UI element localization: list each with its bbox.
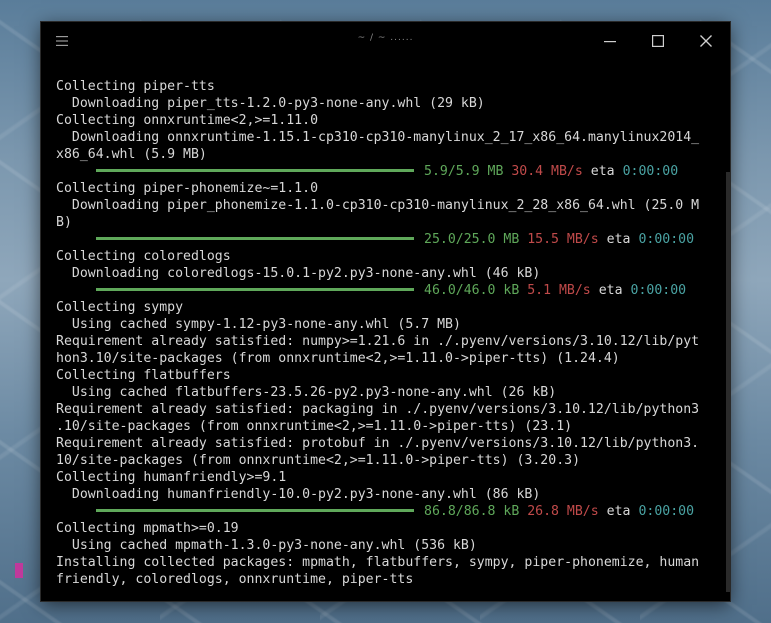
output-line: x86_64.whl (5.9 MB) (56, 147, 207, 162)
output-line: Requirement already satisfied: numpy>=1.… (56, 334, 700, 349)
progress-eta: 0:00:00 (638, 504, 695, 519)
output-line: 10/site-packages (from onnxruntime<2,>=1… (56, 453, 581, 468)
terminal-window[interactable]: ~ / ~ ...... Collecting piper-tts Downlo… (41, 22, 730, 601)
terminal-output[interactable]: Collecting piper-tts Downloading piper_t… (56, 78, 711, 588)
progress-speed: 5.1 MB/s (527, 283, 591, 298)
progress-bar (96, 287, 414, 291)
window-controls (586, 22, 730, 60)
output-line: Collecting humanfriendly>=9.1 (56, 470, 287, 485)
output-line: Downloading piper_phonemize-1.1.0-cp310-… (56, 198, 700, 213)
progress-size: 86.8/86.8 kB (424, 504, 520, 519)
progress-eta-label: eta (606, 232, 631, 247)
progress-size: 5.9/5.9 MB (424, 164, 504, 179)
output-line: Downloading onnxruntime-1.15.1-cp310-cp3… (56, 130, 700, 145)
output-line: Using cached mpmath-1.3.0-py3-none-any.w… (56, 538, 477, 553)
scrollbar[interactable] (726, 172, 730, 592)
progress-eta-label: eta (606, 504, 631, 519)
terminal-cursor (15, 563, 23, 578)
output-line: Collecting sympy (56, 300, 184, 315)
title-bar[interactable]: ~ / ~ ...... (41, 22, 730, 60)
output-line: B) (56, 215, 72, 230)
output-line: Requirement already satisfied: protobuf … (56, 436, 700, 451)
output-line: Collecting mpmath>=0.19 (56, 521, 239, 536)
minimize-button[interactable] (586, 22, 634, 60)
minimize-icon (604, 41, 616, 43)
progress-speed: 15.5 MB/s (527, 232, 599, 247)
output-line: Collecting piper-phonemize~=1.1.0 (56, 181, 319, 196)
maximize-button[interactable] (634, 22, 682, 60)
output-line: Downloading piper_tts-1.2.0-py3-none-any… (56, 96, 485, 111)
progress-eta-label: eta (590, 164, 615, 179)
progress-line: 86.8/86.8 kB 26.8 MB/s eta 0:00:00 (56, 503, 711, 520)
progress-size: 46.0/46.0 kB (424, 283, 520, 298)
output-line: Collecting coloredlogs (56, 249, 231, 264)
maximize-icon (652, 35, 664, 47)
progress-line: 25.0/25.0 MB 15.5 MB/s eta 0:00:00 (56, 231, 711, 248)
output-line: .10/site-packages (from onnxruntime<2,>=… (56, 419, 573, 434)
output-line: Downloading coloredlogs-15.0.1-py2.py3-n… (56, 266, 541, 281)
output-line: Downloading humanfriendly-10.0-py2.py3-n… (56, 487, 541, 502)
progress-size: 25.0/25.0 MB (424, 232, 520, 247)
progress-speed: 30.4 MB/s (511, 164, 583, 179)
progress-speed: 26.8 MB/s (527, 504, 599, 519)
progress-line: 46.0/46.0 kB 5.1 MB/s eta 0:00:00 (56, 282, 711, 299)
output-line: Collecting piper-tts (56, 79, 215, 94)
output-line: Requirement already satisfied: packaging… (56, 402, 700, 417)
close-button[interactable] (682, 22, 730, 60)
close-icon (700, 35, 712, 47)
progress-eta: 0:00:00 (630, 283, 687, 298)
output-line: friendly, coloredlogs, onnxruntime, pipe… (56, 572, 414, 587)
progress-eta: 0:00:00 (622, 164, 679, 179)
progress-eta-label: eta (598, 283, 623, 298)
progress-line: 5.9/5.9 MB 30.4 MB/s eta 0:00:00 (56, 163, 711, 180)
output-line: Installing collected packages: mpmath, f… (56, 555, 700, 570)
progress-bar (96, 508, 414, 512)
output-line: Collecting flatbuffers (56, 368, 231, 383)
output-line: Collecting onnxruntime<2,>=1.11.0 (56, 113, 319, 128)
output-line: hon3.10/site-packages (from onnxruntime<… (56, 351, 620, 366)
progress-bar (96, 236, 414, 240)
output-line: Using cached flatbuffers-23.5.26-py2.py3… (56, 385, 557, 400)
output-line: Using cached sympy-1.12-py3-none-any.whl… (56, 317, 461, 332)
progress-bar (96, 168, 414, 172)
progress-eta: 0:00:00 (638, 232, 695, 247)
